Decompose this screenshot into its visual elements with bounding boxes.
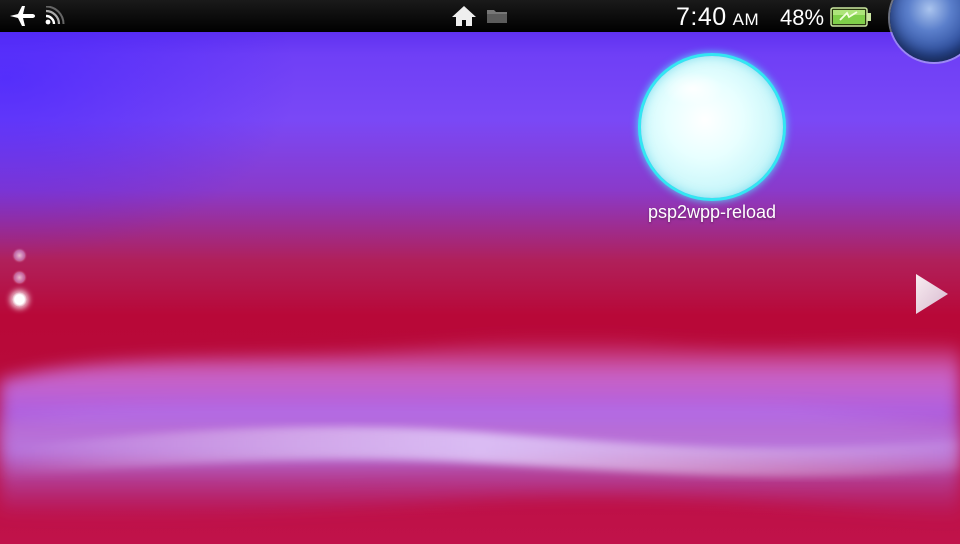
page-dot-2[interactable] <box>14 272 25 283</box>
airplane-icon <box>8 4 36 33</box>
clock-time: 7:40 <box>676 3 727 31</box>
battery-percent: 48% <box>780 5 825 30</box>
home-screen: 7:40 AM 48% psp2wpp-reload <box>0 0 960 544</box>
bubble-shine <box>663 72 723 106</box>
battery-charging-icon <box>830 6 872 33</box>
home-icon[interactable] <box>451 5 477 32</box>
wifi-icon <box>44 5 66 31</box>
folder-icon <box>486 7 508 30</box>
page-dot-1[interactable] <box>14 250 25 261</box>
app-bubble-psp2wpp-reload[interactable] <box>641 56 783 198</box>
app-label[interactable]: psp2wpp-reload <box>612 201 812 223</box>
clock: 7:40 AM <box>676 3 759 34</box>
clock-ampm: AM <box>732 10 760 29</box>
page-dot-current[interactable] <box>12 292 27 307</box>
arrow-right-icon[interactable] <box>912 270 952 318</box>
background-waves <box>0 337 960 520</box>
status-bar: 7:40 AM 48% <box>0 0 960 32</box>
